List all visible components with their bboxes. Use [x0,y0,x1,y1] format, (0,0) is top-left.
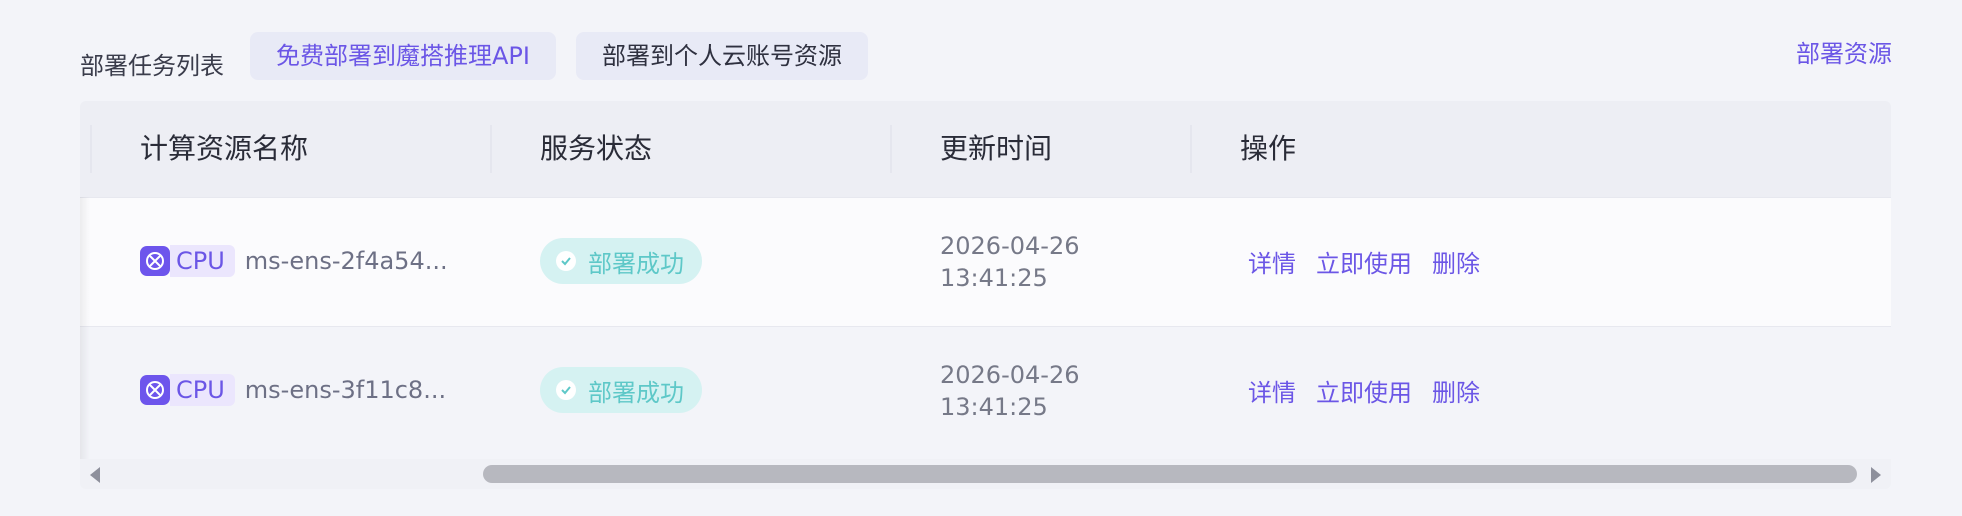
deploy-task-table: 计算资源名称 服务状态 更新时间 操作 CPU ms-ens-2f4a54...… [80,101,1891,489]
updated-date: 2026-04-26 [940,232,1080,260]
column-header-updated: 更新时间 [940,132,1053,165]
column-divider [90,125,92,173]
detail-link[interactable]: 详情 [1248,373,1296,408]
updated-time: 2026-04-26 13:41:25 [940,359,1079,423]
delete-link[interactable]: 删除 [1432,244,1480,279]
cpu-chip-icon [140,375,170,405]
deploy-header: 部署任务列表 免费部署到魔搭推理API 部署到个人云账号资源 部署资源 [80,32,1892,82]
column-header-actions: 操作 [1240,132,1297,165]
scroll-shadow [80,197,90,459]
scroll-right-arrow-icon[interactable] [1871,467,1881,483]
use-now-link[interactable]: 立即使用 [1316,244,1412,279]
scrollbar-thumb[interactable] [483,465,1857,483]
column-header-status: 服务状态 [540,132,653,165]
scroll-left-arrow-icon[interactable] [90,467,100,483]
updated-clock: 13:41:25 [940,264,1048,292]
column-divider [1190,125,1192,173]
resource-cell: CPU ms-ens-3f11c8... [140,373,446,407]
resource-name: ms-ens-2f4a54... [244,247,448,275]
table-row: CPU ms-ens-3f11c8... 部署成功 2026-04-26 13:… [80,327,1891,455]
row-actions: 详情 立即使用 删除 [1248,244,1500,279]
status-text: 部署成功 [588,378,684,407]
use-now-link[interactable]: 立即使用 [1316,373,1412,408]
check-icon [556,251,576,271]
horizontal-scrollbar[interactable] [80,459,1891,489]
resource-cell: CPU ms-ens-2f4a54... [140,244,448,278]
table-row: CPU ms-ens-2f4a54... 部署成功 2026-04-26 13:… [80,197,1891,327]
column-divider [490,125,492,173]
table-header: 计算资源名称 服务状态 更新时间 操作 [80,101,1891,197]
deploy-resource-link[interactable]: 部署资源 [1796,34,1892,69]
resource-name: ms-ens-3f11c8... [244,376,447,404]
updated-date: 2026-04-26 [940,361,1080,389]
column-header-resource: 计算资源名称 [140,132,309,165]
detail-link[interactable]: 详情 [1248,244,1296,279]
page-title: 部署任务列表 [80,52,224,80]
resource-type-tag: CPU [170,374,235,406]
updated-clock: 13:41:25 [940,393,1048,421]
tab-personal-cloud[interactable]: 部署到个人云账号资源 [576,32,868,80]
tab-free-api[interactable]: 免费部署到魔搭推理API [250,32,556,80]
check-icon [556,380,576,400]
status-badge: 部署成功 [540,238,702,284]
status-text: 部署成功 [588,249,684,278]
delete-link[interactable]: 删除 [1432,373,1480,408]
cpu-chip-icon [140,246,170,276]
row-actions: 详情 立即使用 删除 [1248,373,1500,408]
updated-time: 2026-04-26 13:41:25 [940,230,1079,294]
column-divider [890,125,892,173]
status-badge: 部署成功 [540,367,702,413]
resource-type-tag: CPU [170,245,235,277]
